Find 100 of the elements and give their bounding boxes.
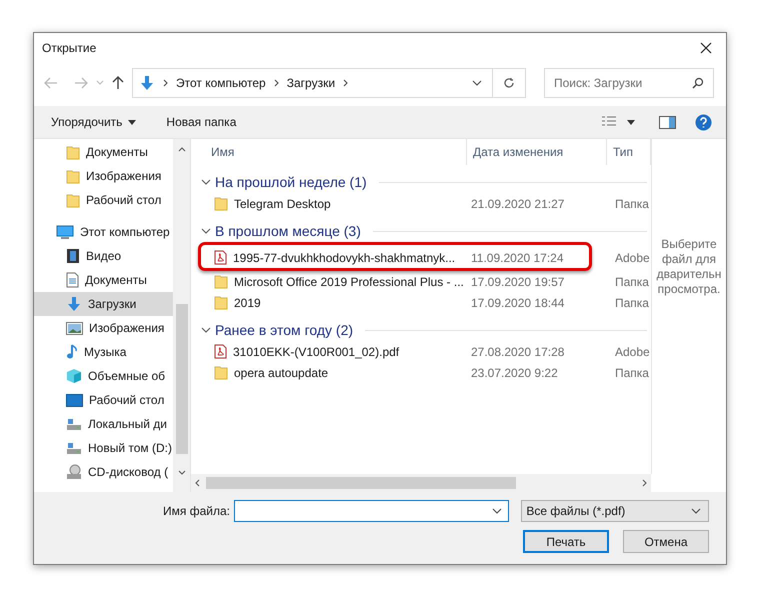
filename-field[interactable] xyxy=(234,500,510,522)
file-type: Adobe xyxy=(614,250,650,266)
pdf-file-icon xyxy=(214,250,227,265)
drive-icon xyxy=(66,417,82,431)
preview-hint-line: Выберите xyxy=(661,236,717,252)
folder-icon xyxy=(66,144,80,160)
nav-item[interactable]: Изображения xyxy=(34,164,173,188)
chevron-down-icon xyxy=(492,508,502,514)
group-heading[interactable]: На прошлой неделе (1) xyxy=(215,172,367,192)
file-date: 17.09.2020 19:57 xyxy=(470,274,566,290)
group-heading[interactable]: В прошлом месяце (3) xyxy=(215,220,361,242)
nav-item[interactable]: Рабочий стол xyxy=(34,188,173,212)
folder-icon xyxy=(214,295,228,310)
dialog-button[interactable]: Отмена xyxy=(623,530,709,553)
down-arrow-icon xyxy=(139,75,155,91)
organize-button[interactable]: Упорядочить xyxy=(51,113,136,131)
chevron-right-icon xyxy=(163,79,168,87)
nav-item-label: Рабочий стол xyxy=(89,392,164,409)
search-field[interactable]: Поиск: Загрузки xyxy=(544,68,714,98)
close-icon xyxy=(700,42,712,54)
refresh-icon xyxy=(503,77,515,89)
file-row[interactable]: 1995-77-dvukhkhodovykh-shakhmatnyk... 11.09.2020 17:24 Adobe xyxy=(191,247,651,268)
address-bar[interactable]: Этот компьютер Загрузки xyxy=(132,68,493,98)
document-icon xyxy=(66,272,79,288)
nav-item[interactable]: Документы xyxy=(34,140,173,164)
file-row[interactable]: Telegram Desktop 21.09.2020 21:27 Папка xyxy=(191,193,651,214)
nav-item[interactable]: Этот компьютер xyxy=(34,220,173,244)
file-name: 31010EKK-(V100R001_02).pdf xyxy=(233,344,400,360)
file-type: Папка xyxy=(614,274,649,290)
refresh-button[interactable] xyxy=(493,68,526,98)
chevron-down-icon[interactable] xyxy=(201,179,211,185)
file-date: 17.09.2020 18:44 xyxy=(470,294,566,312)
chevron-down-icon[interactable] xyxy=(178,470,186,475)
disc-drive-icon xyxy=(66,464,82,480)
details-view-icon[interactable] xyxy=(601,116,617,128)
file-row[interactable]: Microsoft Office 2019 Professional Plus - ... 17.09.2020 19:57 Папка xyxy=(191,271,651,292)
file-row[interactable]: 2019 17.09.2020 18:44 Папка xyxy=(191,292,651,313)
file-name: opera autoupdate xyxy=(234,364,328,382)
chevron-right-icon xyxy=(343,79,348,87)
chevron-down-icon[interactable] xyxy=(472,80,482,86)
horizontal-scrollbar[interactable] xyxy=(191,474,651,492)
nav-item-label: Изображения xyxy=(86,168,162,185)
caret-icon[interactable] xyxy=(627,120,635,124)
file-type-dropdown[interactable]: Все файлы (*.pdf) xyxy=(521,500,709,522)
nav-item-label: CD-дисковод ( xyxy=(88,464,168,481)
folder-icon xyxy=(214,196,228,211)
column-header[interactable]: Тип xyxy=(607,139,651,165)
nav-item[interactable]: Локальный ди xyxy=(34,412,173,436)
nav-item[interactable]: Рабочий стол xyxy=(34,388,173,412)
column-header[interactable]: Дата изменения xyxy=(467,139,607,165)
preview-hint-line: файл для xyxy=(662,252,716,266)
scrollbar-thumb[interactable] xyxy=(176,304,188,454)
caret-icon xyxy=(128,120,136,124)
search-icon xyxy=(692,77,704,89)
nav-item[interactable]: Новый том (D:) xyxy=(34,436,173,460)
breadcrumb[interactable]: Загрузки xyxy=(286,74,336,92)
nav-item[interactable]: Видео xyxy=(34,244,173,268)
film-icon xyxy=(66,248,80,264)
nav-item[interactable]: Загрузки xyxy=(34,292,173,316)
file-name: 2019 xyxy=(234,294,261,312)
nav-item-label: Загрузки xyxy=(88,296,136,313)
nav-item-label: Рабочий стол xyxy=(86,192,162,209)
chevron-up-icon[interactable] xyxy=(178,147,186,152)
folder-icon xyxy=(214,365,228,380)
scrollbar-thumb[interactable] xyxy=(206,477,516,489)
up-arrow-icon[interactable] xyxy=(112,76,124,90)
preview-pane-icon[interactable] xyxy=(659,116,676,128)
nav-item[interactable]: Объемные об xyxy=(34,364,173,388)
nav-item[interactable]: Изображения xyxy=(34,316,173,340)
file-date: 21.09.2020 21:27 xyxy=(470,196,566,212)
file-date: 27.08.2020 17:28 xyxy=(470,344,566,360)
nav-item-label: Локальный ди xyxy=(88,416,167,433)
cube-icon xyxy=(66,368,82,384)
file-row[interactable]: opera autoupdate 23.07.2020 9:22 Папка xyxy=(191,362,651,383)
down-arrow-icon xyxy=(66,296,82,312)
dialog-button[interactable]: Печать xyxy=(523,530,609,553)
file-type: Папка xyxy=(614,196,649,212)
image-icon xyxy=(66,322,83,334)
nav-item-label: Новый том (D:) xyxy=(88,440,172,457)
group-heading[interactable]: Ранее в этом году (2) xyxy=(215,320,354,340)
file-row[interactable]: 31010EKK-(V100R001_02).pdf 27.08.2020 17:28 Adobe xyxy=(191,341,651,362)
nav-item-label: Музыка xyxy=(84,344,126,361)
vertical-scrollbar[interactable] xyxy=(173,139,190,492)
nav-item[interactable]: Документы xyxy=(34,268,173,292)
chevron-down-icon[interactable] xyxy=(201,228,211,234)
chevron-left-icon[interactable] xyxy=(195,479,200,487)
screen-icon xyxy=(66,394,83,406)
help-icon[interactable] xyxy=(695,114,712,130)
nav-item[interactable]: Музыка xyxy=(34,340,173,364)
drive-icon xyxy=(66,441,82,455)
breadcrumb[interactable]: Этот компьютер xyxy=(176,74,266,92)
nav-item[interactable]: CD-дисковод ( xyxy=(34,460,173,484)
chevron-down-icon[interactable] xyxy=(201,327,211,333)
column-header[interactable]: Имя xyxy=(191,139,467,165)
nav-item-label: Видео xyxy=(86,248,122,265)
preview-hint-line: просмотра. xyxy=(658,282,720,296)
new-folder-button[interactable]: Новая папка xyxy=(166,113,236,131)
file-date: 11.09.2020 17:24 xyxy=(470,250,565,266)
file-name: Microsoft Office 2019 Professional Plus - ... xyxy=(234,274,464,290)
chevron-right-icon[interactable] xyxy=(642,479,647,487)
